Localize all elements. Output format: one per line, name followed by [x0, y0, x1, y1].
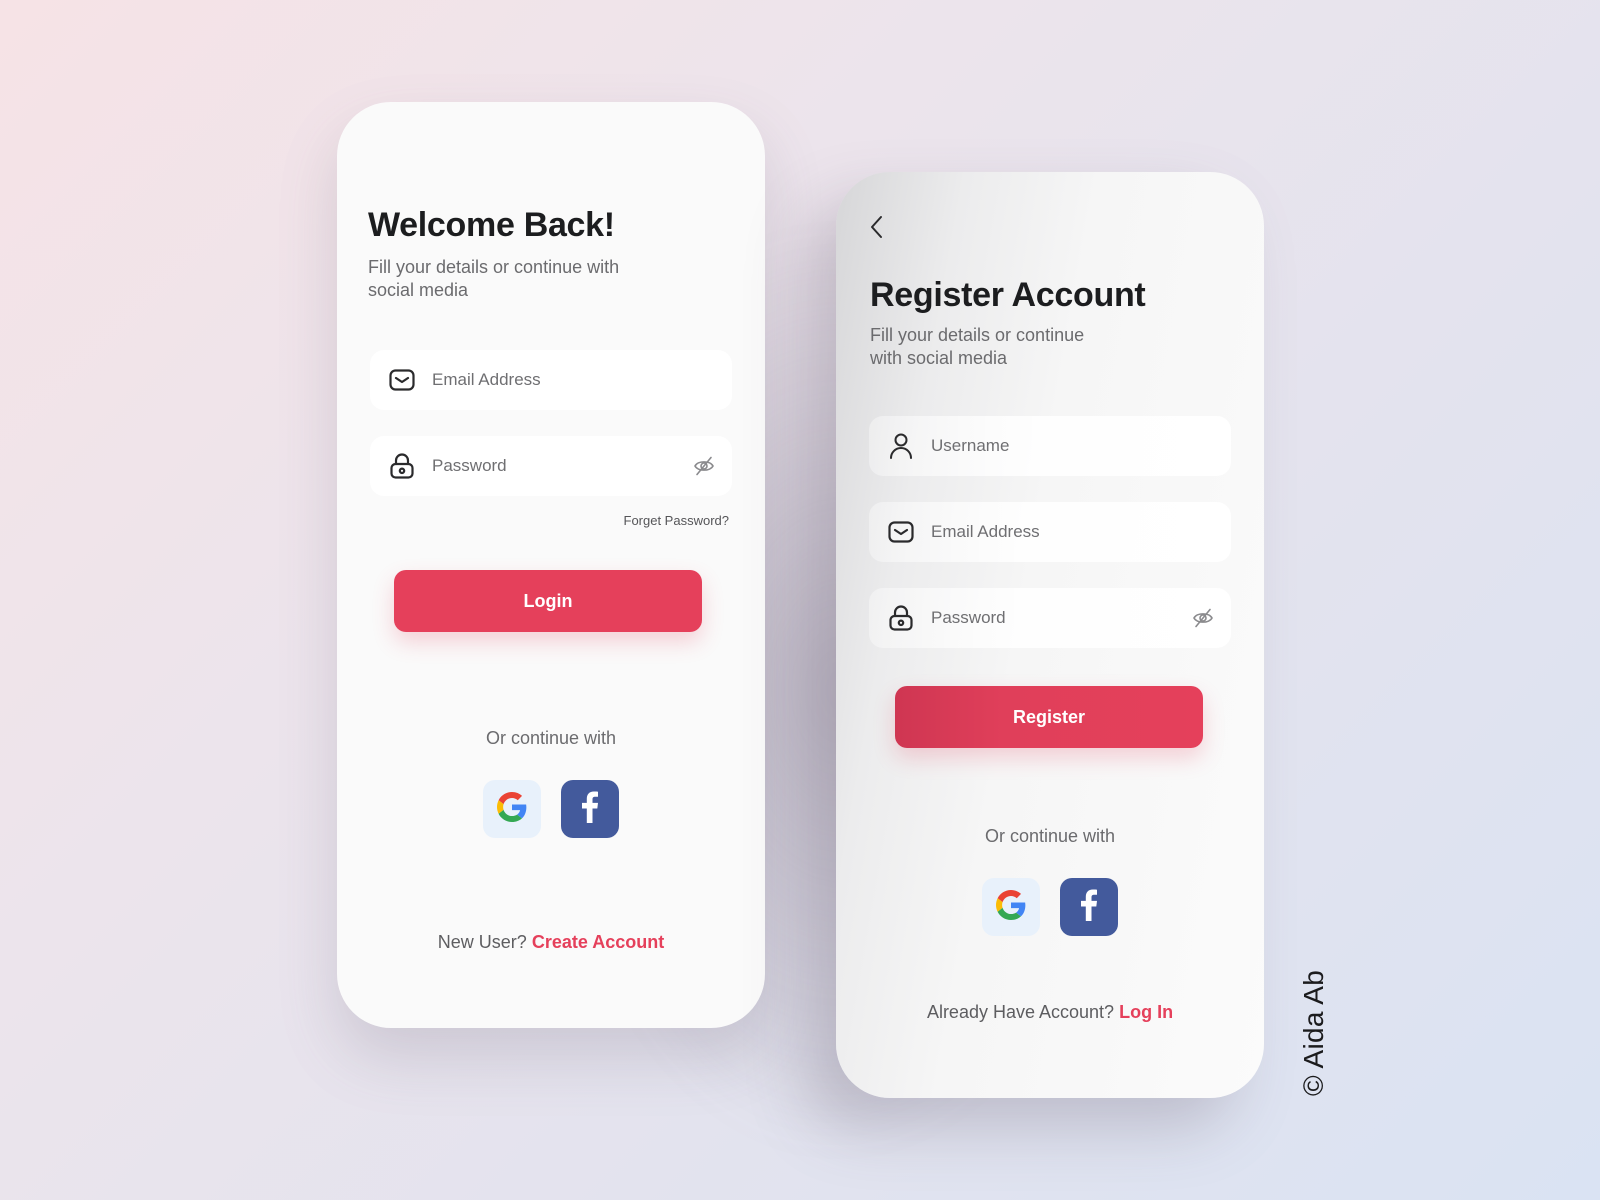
create-account-link[interactable]: Create Account	[532, 932, 664, 952]
new-user-text: New User?	[437, 932, 527, 952]
facebook-login-button[interactable]	[561, 780, 619, 838]
user-icon	[888, 433, 914, 459]
lock-icon	[888, 605, 914, 631]
login-prompt: Already Have Account? Log In	[836, 1002, 1264, 1023]
email-input[interactable]: Email Address	[432, 370, 732, 390]
login-subtitle-line2: social media	[368, 280, 469, 300]
password-input[interactable]: Password	[432, 456, 692, 476]
register-screen: Register Account Fill your details or co…	[836, 172, 1264, 1098]
facebook-icon	[581, 791, 599, 828]
username-input[interactable]: Username	[931, 436, 1231, 456]
login-screen: Welcome Back! Fill your details or conti…	[337, 102, 765, 1028]
google-icon	[497, 791, 527, 827]
register-subtitle-line2: with social media	[870, 348, 1008, 368]
already-have-account-text: Already Have Account?	[926, 1002, 1115, 1022]
google-login-button[interactable]	[483, 780, 541, 838]
register-subtitle-line1: Fill your details or continue	[870, 325, 1085, 345]
author-credit: © Aida Ab	[1298, 969, 1329, 1096]
register-title: Register Account	[870, 276, 1146, 314]
login-subtitle-line1: Fill your details or continue with	[368, 257, 620, 277]
forgot-password-link[interactable]: Forget Password?	[624, 513, 730, 528]
register-email-field[interactable]: Email Address	[869, 502, 1231, 562]
google-icon	[996, 889, 1026, 925]
register-email-input[interactable]: Email Address	[931, 522, 1231, 542]
eye-off-icon[interactable]	[1191, 606, 1215, 630]
login-title: Welcome Back!	[368, 206, 615, 244]
email-field[interactable]: Email Address	[370, 350, 732, 410]
chevron-left-icon[interactable]	[866, 214, 888, 240]
lock-icon	[389, 453, 415, 479]
or-continue-text: Or continue with	[485, 728, 617, 748]
facebook-icon	[1080, 889, 1098, 926]
login-button[interactable]: Login	[394, 570, 702, 632]
google-register-button[interactable]	[982, 878, 1040, 936]
create-account-prompt: New User? Create Account	[337, 932, 765, 953]
eye-off-icon[interactable]	[692, 454, 716, 478]
login-subtitle: Fill your details or continue with socia…	[368, 256, 619, 302]
password-field[interactable]: Password	[370, 436, 732, 496]
log-in-link[interactable]: Log In	[1119, 1002, 1173, 1022]
mail-icon	[888, 519, 914, 545]
register-or-continue-text: Or continue with	[984, 826, 1116, 846]
register-password-field[interactable]: Password	[869, 588, 1231, 648]
facebook-register-button[interactable]	[1060, 878, 1118, 936]
mail-icon	[389, 367, 415, 393]
username-field[interactable]: Username	[869, 416, 1231, 476]
register-password-input[interactable]: Password	[931, 608, 1191, 628]
register-subtitle: Fill your details or continue with socia…	[870, 324, 1084, 370]
register-button[interactable]: Register	[895, 686, 1203, 748]
